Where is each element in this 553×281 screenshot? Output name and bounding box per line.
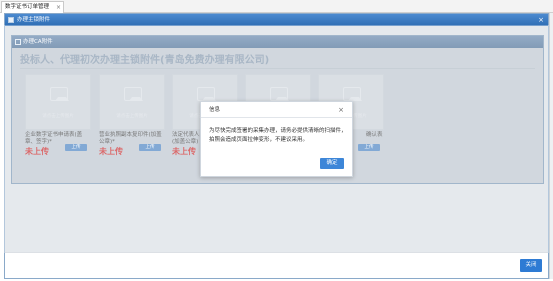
ok-button[interactable]: 确定 <box>320 158 344 169</box>
dialog-close-icon[interactable]: × <box>338 102 344 118</box>
dialog-title: 信息 <box>209 107 221 113</box>
info-dialog: 信息 × 为尽快完成签署的采集办理，请务必提供清晰的扫描件，拍照会造成页面拉伸变… <box>200 101 353 177</box>
tab-label: 数字证书订单管理 <box>5 4 50 10</box>
tab-order-management[interactable]: 数字证书订单管理 × <box>1 1 64 13</box>
tab-strip: 数字证书订单管理 × <box>0 0 553 13</box>
dialog-header: 信息 × <box>201 102 352 118</box>
close-button[interactable]: 关闭 <box>520 259 542 272</box>
vertical-scrollbar[interactable] <box>549 13 553 279</box>
tab-close-icon[interactable]: × <box>56 2 61 13</box>
dialog-message: 为尽快完成签署的采集办理，请务必提供清晰的扫描件，拍照会造成页面拉伸变形，不建议… <box>209 128 347 143</box>
window-footer: 关闭 <box>5 252 548 278</box>
window-icon <box>8 17 14 23</box>
